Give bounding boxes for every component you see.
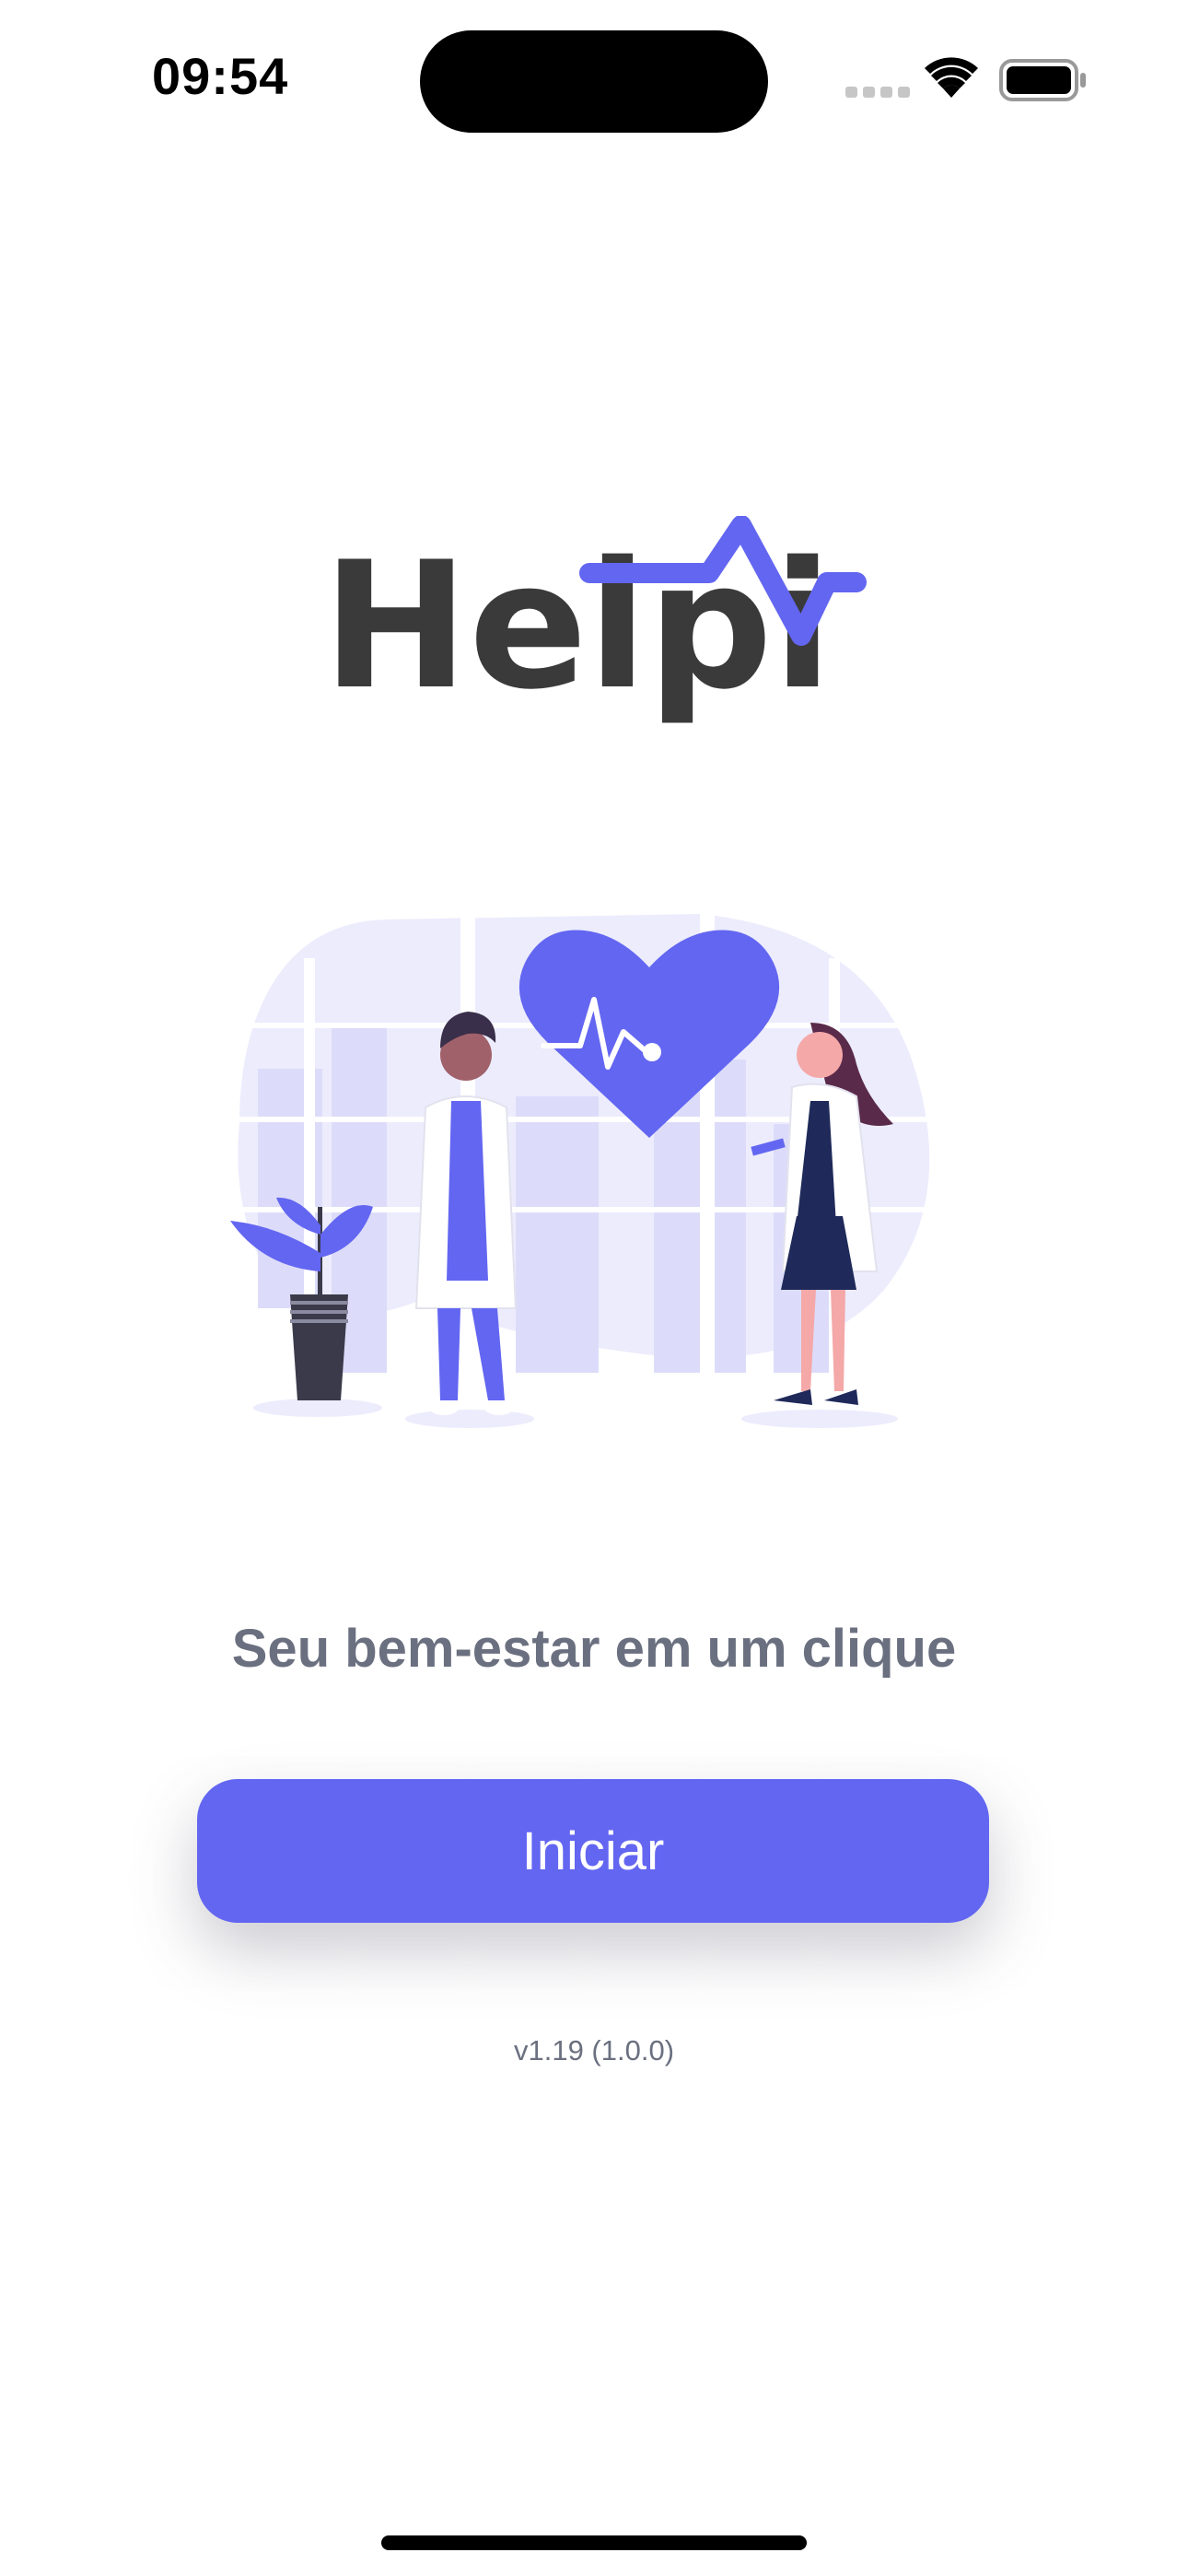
cellular-signal-icon	[845, 87, 910, 98]
status-bar: 09:54	[0, 0, 1188, 166]
wifi-icon	[925, 57, 978, 98]
status-time: 09:54	[152, 47, 289, 105]
start-button-label: Iniciar	[521, 1821, 665, 1881]
doctors-heart-illustration	[221, 903, 967, 1437]
dynamic-island	[420, 30, 768, 133]
battery-icon	[999, 59, 1086, 101]
helpi-logo: Helpi	[322, 515, 875, 728]
home-indicator[interactable]	[381, 2535, 807, 2550]
version-label: v1.19 (1.0.0)	[513, 2034, 675, 2067]
start-button[interactable]: Iniciar	[197, 1779, 989, 1923]
tagline: Seu bem-estar em um clique	[231, 1619, 957, 1679]
